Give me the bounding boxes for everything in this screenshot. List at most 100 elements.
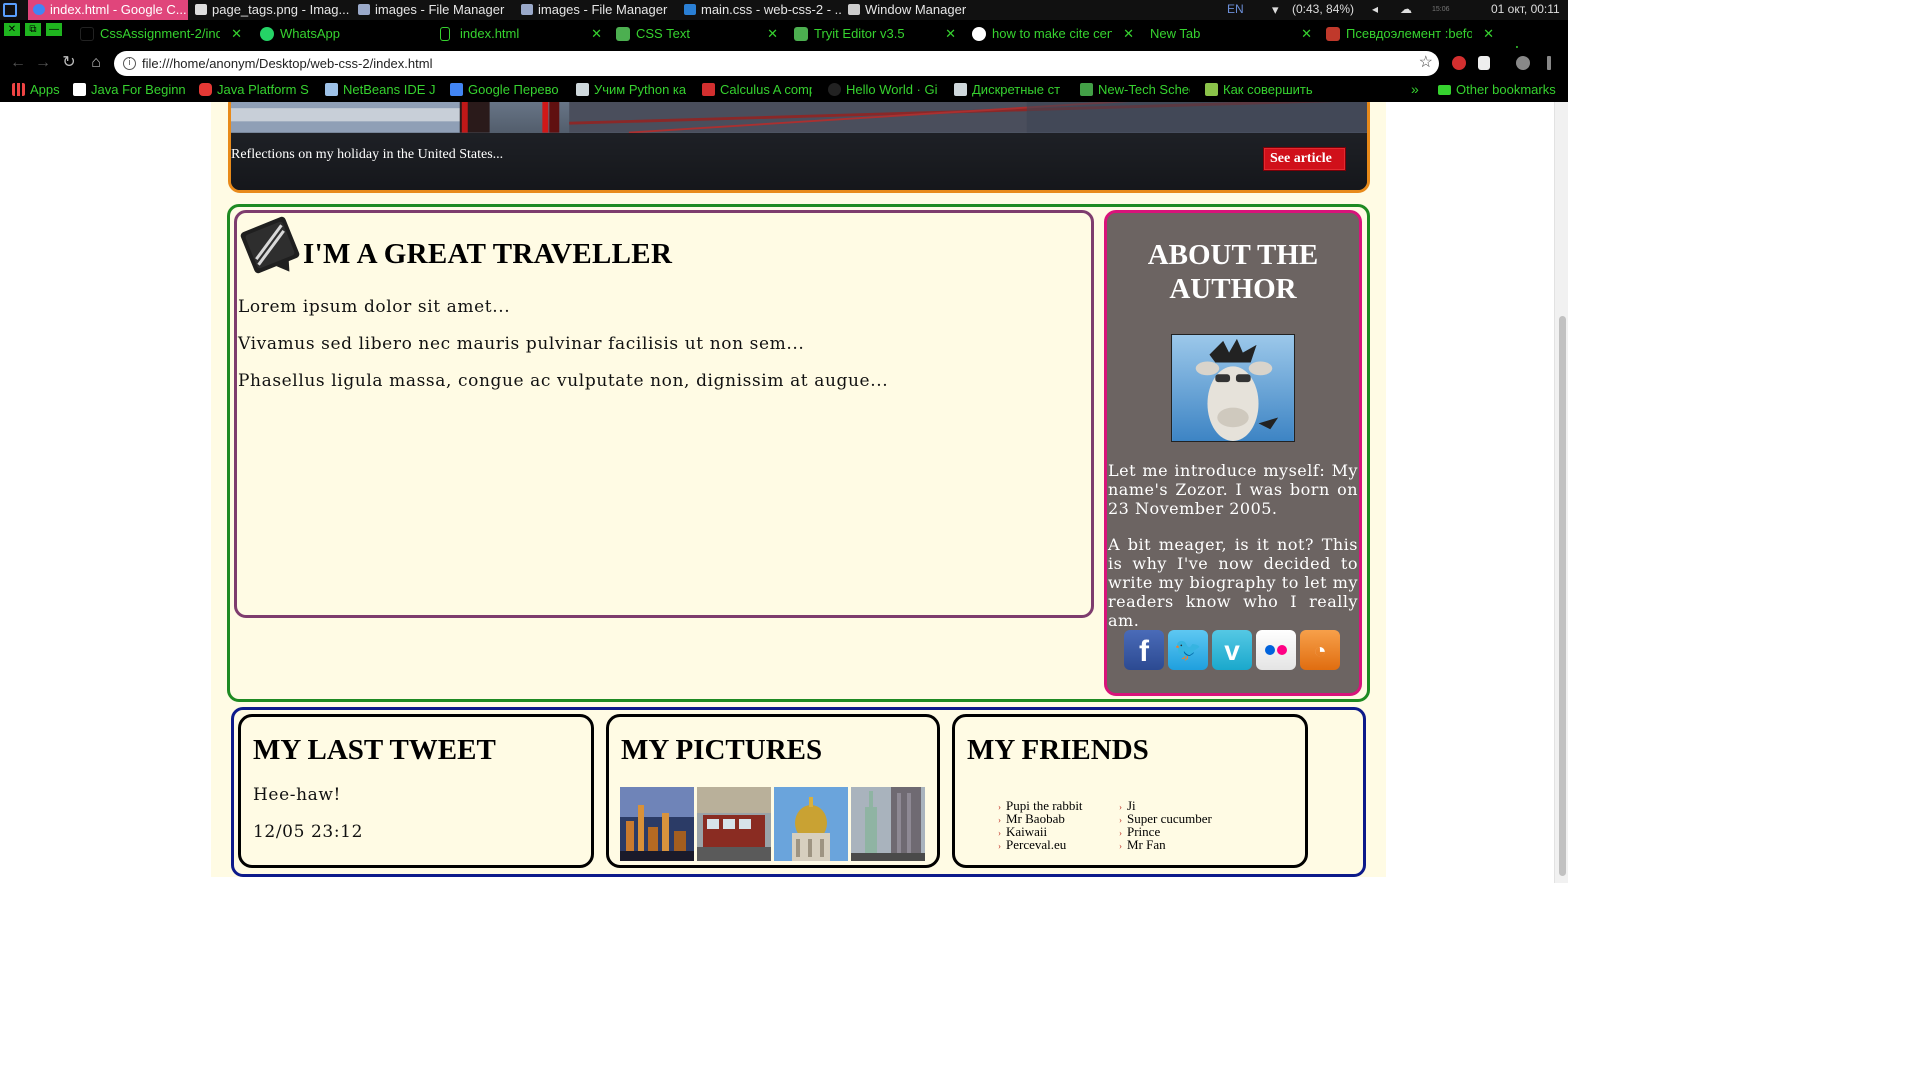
bookmark-java-beginners[interactable]: Java For Beginne — [71, 78, 186, 102]
picture-thumbnail-skyline[interactable] — [620, 787, 694, 861]
bookmark-python[interactable]: Учим Python ка — [574, 78, 686, 102]
apps-grid-icon — [12, 83, 25, 96]
tab-css-text[interactable]: CSS Text ✕ — [612, 20, 782, 48]
home-icon[interactable]: ⌂ — [86, 53, 106, 73]
taskbar-window-image-viewer[interactable]: page_tags.png - Imag... — [190, 0, 350, 20]
arrow-icon: › — [1119, 841, 1122, 851]
scrollbar-thumb[interactable] — [1559, 316, 1566, 876]
wifi-icon[interactable]: ▾ — [1272, 0, 1279, 20]
editor-icon — [684, 4, 696, 15]
picture-thumbnail-liberty[interactable] — [851, 787, 925, 861]
bookmarks-overflow-button[interactable]: » — [1411, 78, 1419, 101]
about-paragraph: Let me introduce myself: My name's Zozor… — [1108, 461, 1358, 518]
tab-tryit-editor[interactable]: Tryit Editor v3.5 ✕ — [790, 20, 960, 48]
window-minimize-button[interactable]: — — [46, 23, 62, 36]
tweet-text: Hee-haw! — [253, 785, 341, 805]
bookmark-calculus[interactable]: Calculus A comp — [700, 78, 812, 102]
sheets-icon — [1080, 83, 1093, 96]
forward-arrow-icon[interactable]: → — [33, 53, 53, 73]
bookmark-google-translate[interactable]: Google Перево — [448, 78, 562, 102]
address-bar[interactable]: i file:///home/anonym/Desktop/web-css-2/… — [114, 51, 1439, 76]
reload-icon[interactable]: ↻ — [59, 53, 79, 73]
close-icon[interactable]: ✕ — [1123, 20, 1134, 47]
close-icon[interactable]: ✕ — [591, 20, 602, 47]
bookmark-java-platform[interactable]: Java Platform St — [197, 78, 309, 102]
weather-icon[interactable]: ☁ — [1400, 0, 1412, 20]
vimeo-icon[interactable]: v — [1212, 630, 1252, 670]
volume-icon[interactable]: ◂ — [1372, 0, 1378, 20]
site-icon — [576, 83, 589, 96]
info-icon[interactable]: i — [123, 57, 136, 70]
taskbar-window-file-manager-2[interactable]: images - File Manager — [516, 0, 676, 20]
tab-whatsapp[interactable]: WhatsApp — [256, 20, 426, 48]
folder-icon — [521, 4, 533, 15]
profile-avatar-icon[interactable] — [1516, 56, 1530, 70]
star-icon[interactable]: ☆ — [1419, 52, 1433, 72]
extension-mouse-icon[interactable] — [1478, 56, 1490, 70]
picture-thumbnail-cablecar[interactable] — [697, 787, 771, 861]
taskbar-window-chrome[interactable]: index.html - Google C... — [28, 0, 188, 20]
tweet-title: MY LAST TWEET — [253, 734, 496, 766]
see-article-button[interactable]: See article — [1263, 147, 1346, 171]
bookmark-apps[interactable]: Apps — [10, 78, 70, 102]
hyperskill-icon — [73, 83, 86, 96]
arrow-icon: › — [1119, 815, 1122, 825]
tab-index-html[interactable]: index.html ✕ — [436, 20, 606, 48]
back-arrow-icon[interactable]: ← — [8, 53, 28, 73]
taskbar-window-manager[interactable]: Window Manager — [843, 0, 1003, 20]
window-close-button[interactable]: ✕ — [4, 23, 20, 36]
chrome-icon — [33, 4, 45, 15]
page-scrollbar[interactable] — [1554, 102, 1568, 883]
google-icon — [972, 27, 986, 41]
arrow-icon: › — [1119, 802, 1122, 812]
rss-icon[interactable]: ◔ — [1300, 630, 1340, 670]
tab-pseudo-element[interactable]: Псевдоэлемент :befo ✕ — [1322, 20, 1498, 48]
keyboard-layout[interactable]: EN — [1227, 0, 1244, 20]
friend-link[interactable]: › Perceval.eu — [998, 838, 1066, 853]
bookmark-hello-world[interactable]: Hello World · Gi — [826, 78, 938, 102]
picture-thumbnail-dome[interactable] — [774, 787, 848, 861]
tab-new-tab[interactable]: New Tab ✕ — [1146, 20, 1316, 48]
close-icon[interactable]: ✕ — [945, 20, 956, 47]
about-author-title: ABOUT THE AUTHOR — [1147, 239, 1319, 305]
clock[interactable]: 01 окт, 00:11 — [1491, 0, 1560, 20]
bookmark-discrete[interactable]: Дискретные ст — [952, 78, 1064, 102]
flickr-icon[interactable] — [1256, 630, 1296, 670]
page-viewport: Reflections on my holiday in the United … — [0, 102, 1568, 883]
window-restore-button[interactable]: ⧉ — [25, 23, 41, 36]
article-paragraph: Phasellus ligula massa, congue ac vulput… — [238, 371, 889, 391]
bookmarks-bar: Apps Java For Beginne Java Platform St N… — [0, 78, 1568, 102]
battery-status[interactable]: (0:43, 84%) — [1292, 0, 1354, 20]
system-menu-icon[interactable] — [3, 3, 17, 17]
facebook-icon[interactable]: f — [1124, 630, 1164, 670]
bookmark-netbeans[interactable]: NetBeans IDE Ja — [323, 78, 435, 102]
translate-icon — [450, 83, 463, 96]
address-url[interactable]: file:///home/anonym/Desktop/web-css-2/in… — [142, 51, 432, 76]
bookmark-newtech[interactable]: New-Tech Sched — [1078, 78, 1190, 102]
image-icon — [195, 4, 207, 15]
article — [234, 210, 1094, 618]
taskbar-window-file-manager[interactable]: images - File Manager — [353, 0, 513, 20]
taskbar-window-editor[interactable]: main.css - web-css-2 - ... — [679, 0, 843, 20]
article-paragraph: Vivamus sed libero nec mauris pulvinar f… — [238, 334, 805, 354]
close-icon[interactable]: ✕ — [1483, 20, 1494, 47]
hidden-clock: 15:06 — [1432, 6, 1450, 13]
close-icon[interactable]: ✕ — [1301, 20, 1312, 47]
bookmark-kak[interactable]: Как совершить — [1203, 78, 1315, 102]
close-icon[interactable]: ✕ — [767, 20, 778, 47]
extension-adblock-icon[interactable] — [1452, 56, 1466, 70]
bookmark-other[interactable]: Other bookmarks — [1436, 78, 1568, 102]
menu-kebab-icon[interactable] — [1547, 56, 1551, 70]
banner-caption: Reflections on my holiday in the United … — [231, 147, 504, 162]
os-taskbar: index.html - Google C... page_tags.png -… — [0, 0, 1568, 20]
arrow-icon: › — [998, 802, 1001, 812]
twitter-icon[interactable]: 🐦 — [1168, 630, 1208, 670]
pdf-icon — [702, 83, 715, 96]
window-manager-icon — [848, 4, 860, 15]
tab-google-search[interactable]: how to make cite cent ✕ — [968, 20, 1138, 48]
friend-link[interactable]: › Mr Fan — [1119, 838, 1166, 853]
tab-css-assignment[interactable]: CssAssignment-2/inde ✕ — [76, 20, 246, 48]
arrow-icon: › — [1119, 828, 1122, 838]
close-icon[interactable]: ✕ — [231, 20, 242, 47]
ticket-icon — [240, 216, 300, 274]
